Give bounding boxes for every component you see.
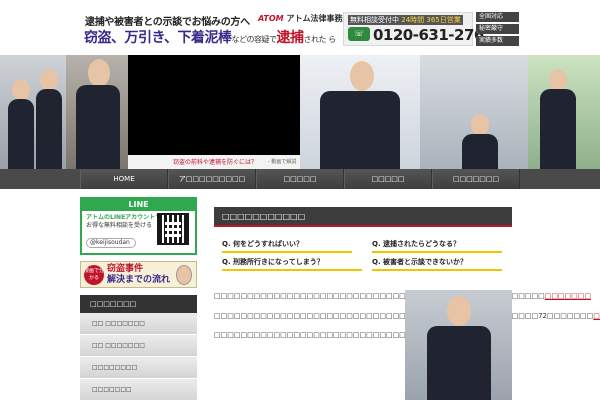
header-tagline: 逮捕や被害者との示談でお悩みの方へ	[85, 17, 250, 28]
person-figure	[76, 59, 120, 169]
line-banner[interactable]: LINE アトムのLINEアカウントで お得な無料相談を受ける @keijisou…	[80, 197, 197, 255]
page: 逮捕や被害者との示談でお悩みの方へ 窃盗、万引き、下着泥棒などの容疑で逮捕された…	[0, 0, 600, 400]
question-link[interactable]: Q. 被害者と示談できないか？	[372, 257, 502, 271]
site-header: 逮捕や被害者との示談でお悩みの方へ 窃盗、万引き、下着泥棒などの容疑で逮捕された…	[0, 0, 600, 55]
hero-photo-2	[66, 55, 128, 169]
headline-main: 窃盗、万引き、下着泥棒	[84, 30, 232, 46]
badge-confidential: 秘密厳守	[476, 24, 519, 34]
nav-item-2[interactable]: ア□□□□□□□□□	[168, 169, 256, 189]
line-id: @keijisoudan	[86, 238, 136, 248]
freedial-icon: ☏	[348, 27, 370, 41]
headline-arrest: 逮捕	[276, 30, 305, 46]
hero-photo-1	[0, 55, 66, 169]
person-figure	[36, 69, 62, 169]
nav-home[interactable]: HOME	[80, 169, 168, 189]
intro-paragraph: □□□□□□□□□□□□□□□□□□□□□□□□□□□□□□□□□□□□□□□□…	[214, 311, 600, 320]
phone-box[interactable]: 無料相談受付中 24時間 365日営業 ☏ 0120-631-276	[343, 12, 484, 46]
headline-end: された ら	[303, 35, 337, 44]
line-title: LINE	[82, 199, 195, 211]
hero-banner: 窃盗の前科や逮捕を防ぐには？ - 動画で解説	[0, 55, 600, 169]
question-grid: Q. 何をどうすればいい？ Q. 逮捕されたらどうなる？ Q. 刑務所行きになっ…	[214, 231, 512, 271]
sidebar-item[interactable]: □□□□□□□	[80, 379, 197, 400]
nav-item-4[interactable]: □□□□□	[344, 169, 432, 189]
video-player[interactable]	[128, 55, 300, 155]
brand-logo[interactable]: ATOM アトム法律事務所	[258, 13, 350, 24]
badge-nationwide: 全国対応	[476, 12, 519, 22]
main-nav: HOME ア□□□□□□□□□ □□□□□ □□□□□ □□□□□□□	[0, 169, 600, 189]
phone-number[interactable]: 0120-631-276	[373, 26, 484, 44]
nav-item-5[interactable]: □□□□□□□	[432, 169, 520, 189]
intro-paragraph: □□□□□□□□□□□□□□□□□□□□□□□□□□□□□□□□□□□□□□□□…	[214, 292, 591, 300]
badge-track-record: 実績多数	[476, 36, 519, 46]
hero-photo-3	[300, 55, 420, 169]
sidebar-menu-title: □□□□□□□	[80, 295, 197, 313]
feature-badges: 全国対応 秘密厳守 実績多数	[476, 12, 519, 48]
person-figure	[462, 114, 498, 169]
header-headline: 窃盗、万引き、下着泥棒などの容疑で逮捕された ら	[84, 27, 336, 47]
brand-atom: ATOM	[258, 14, 284, 23]
person-figure	[320, 61, 400, 169]
lawyer-face-icon	[176, 265, 192, 285]
video-caption[interactable]: 窃盗の前科や逮捕を防ぐには？	[173, 157, 257, 166]
video-subcaption: - 動画で解説	[268, 159, 297, 165]
section-title: □□□□□□□□□□□	[214, 207, 512, 227]
lawyer-photo	[405, 290, 512, 400]
person-figure	[427, 296, 491, 400]
manga-badge: 漫画で分かる	[84, 265, 104, 285]
theft-banner-text: 窃盗事件 解決までの流れ	[107, 264, 171, 285]
sidebar-item[interactable]: □□□□□□□□	[80, 357, 197, 379]
hero-photo-4	[420, 55, 528, 169]
hero-photo-5	[528, 55, 600, 169]
person-figure	[8, 79, 34, 169]
sidebar-menu: □□ □□□□□□□ □□ □□□□□□□ □□□□□□□□ □□□□□□□	[80, 313, 197, 400]
theft-manga-banner[interactable]: 漫画で分かる 窃盗事件 解決までの流れ	[80, 261, 197, 288]
intro-text: □□□□□□□□□□□□□□□□□□□□□□□□□□□□□□□□□□□□□□□□…	[214, 290, 600, 349]
consult-label: 無料相談受付中 24時間 365日営業	[348, 15, 463, 25]
qr-code-icon	[157, 213, 189, 245]
question-link[interactable]: Q. 何をどうすればいい？	[222, 239, 352, 253]
sidebar-item[interactable]: □□ □□□□□□□	[80, 313, 197, 335]
question-link[interactable]: Q. 逮捕されたらどうなる？	[372, 239, 502, 253]
sidebar-item[interactable]: □□ □□□□□□□	[80, 335, 197, 357]
nav-item-3[interactable]: □□□□□	[256, 169, 344, 189]
brand-name: アトム法律事務所	[286, 14, 351, 23]
person-figure	[540, 69, 576, 169]
line-text: アトムのLINEアカウントで お得な無料相談を受ける	[86, 214, 162, 229]
question-link[interactable]: Q. 刑務所行きになってしまう？	[222, 257, 362, 271]
intro-paragraph: □□□□□□□□□□□□□□□□□□□□□□□□□□□□□□□□□□□□□□□□	[214, 331, 479, 339]
headline-tail: などの容疑で	[231, 35, 278, 44]
